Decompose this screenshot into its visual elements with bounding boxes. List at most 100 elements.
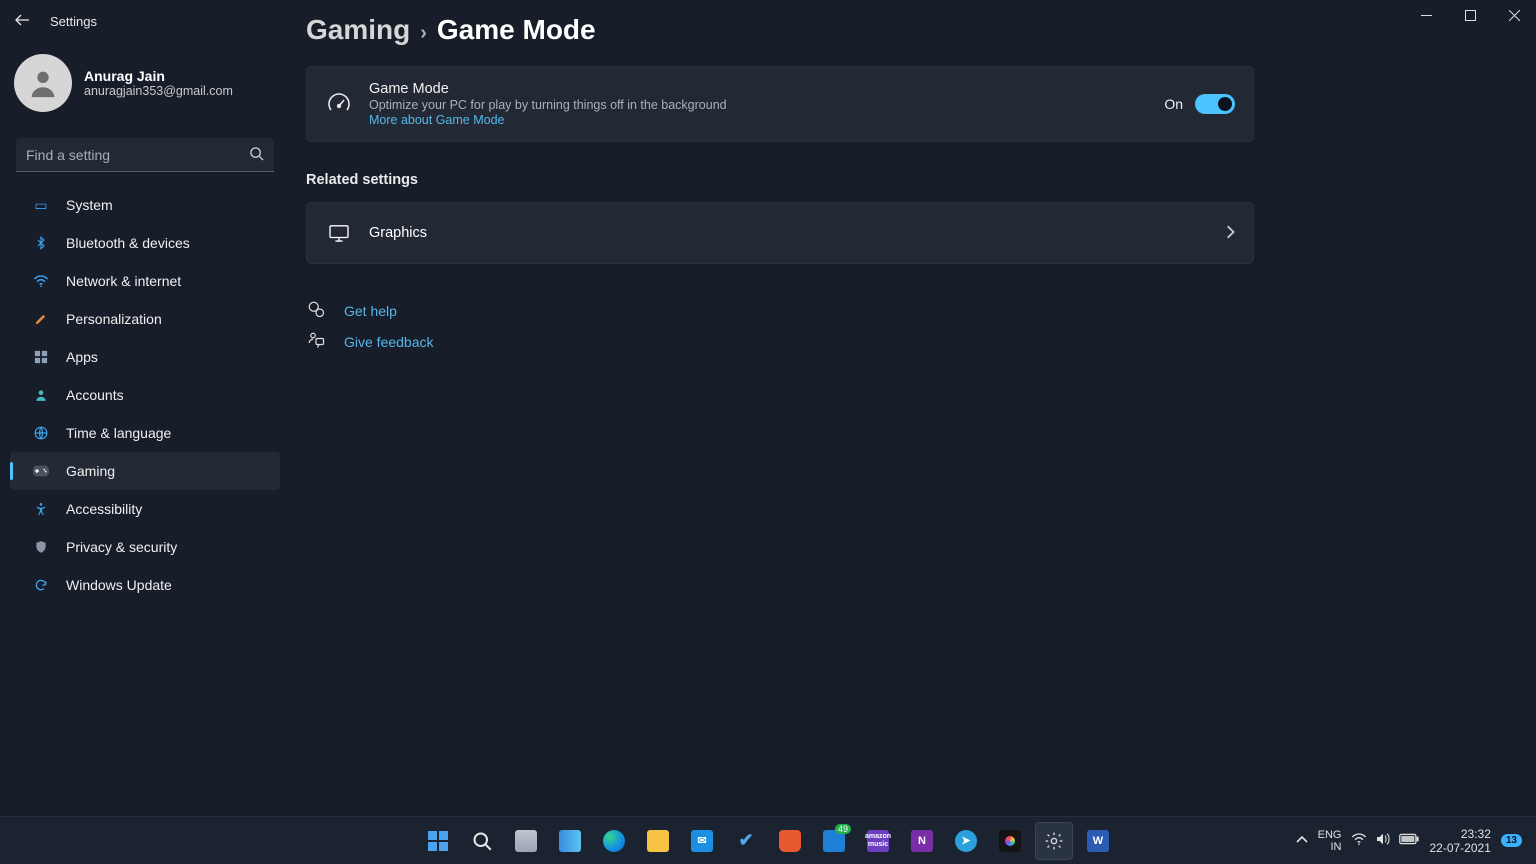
toggle-knob — [1218, 97, 1232, 111]
apps-icon — [32, 348, 50, 366]
windows-logo-icon — [428, 831, 448, 851]
brush-icon — [32, 310, 50, 328]
wifi-icon — [1351, 832, 1367, 849]
display-icon — [325, 219, 353, 247]
wifi-icon — [32, 272, 50, 290]
sidebar-item-label: Apps — [66, 349, 98, 365]
badge-count: 49 — [835, 824, 851, 834]
globe-icon — [32, 424, 50, 442]
system-tray[interactable] — [1351, 832, 1419, 849]
sidebar-item-network[interactable]: Network & internet — [10, 262, 280, 300]
taskbar-app-word[interactable]: W — [1079, 822, 1117, 860]
taskbar-start-button[interactable] — [419, 822, 457, 860]
toggle-state-label: On — [1164, 96, 1183, 112]
taskbar-app-brave[interactable] — [771, 822, 809, 860]
search-input[interactable] — [26, 147, 249, 163]
nav-list: ▭ System Bluetooth & devices Network & i… — [0, 186, 290, 604]
sidebar-item-label: Gaming — [66, 463, 115, 479]
sidebar-item-personalization[interactable]: Personalization — [10, 300, 280, 338]
main-content: Gaming › Game Mode Game Mode Optimize yo… — [306, 10, 1486, 808]
sidebar: Anurag Jain anuragjain353@gmail.com ▭ Sy… — [0, 0, 290, 820]
card-title: Game Mode — [369, 81, 1164, 97]
desktop-icon: ▭ — [32, 196, 50, 214]
chevron-right-icon: › — [420, 22, 427, 45]
breadcrumb: Gaming › Game Mode — [306, 14, 1486, 46]
sidebar-item-label: Windows Update — [66, 577, 172, 593]
sidebar-item-accessibility[interactable]: Accessibility — [10, 490, 280, 528]
help-icon — [306, 300, 326, 321]
avatar — [14, 54, 72, 112]
taskbar-app-amazonmusic[interactable]: amazonmusic — [859, 822, 897, 860]
search-icon — [249, 146, 264, 164]
close-button[interactable] — [1492, 0, 1536, 30]
person-icon — [32, 386, 50, 404]
page-title: Game Mode — [437, 14, 596, 46]
related-item-label: Graphics — [369, 225, 1225, 241]
breadcrumb-parent[interactable]: Gaming — [306, 14, 410, 46]
sidebar-item-label: Bluetooth & devices — [66, 235, 190, 251]
taskbar-app-explorer[interactable] — [639, 822, 677, 860]
battery-icon — [1399, 832, 1419, 849]
taskbar-app-telegram[interactable]: ➤ — [947, 822, 985, 860]
sidebar-item-label: Privacy & security — [66, 539, 177, 555]
link-label: Give feedback — [344, 334, 434, 350]
search-box[interactable] — [16, 138, 274, 172]
taskbar-app-yourphone[interactable]: 49 — [815, 822, 853, 860]
sidebar-item-label: System — [66, 197, 113, 213]
taskbar-app-todo[interactable]: ✔ — [727, 822, 765, 860]
sidebar-item-gaming[interactable]: Gaming — [10, 452, 280, 490]
sidebar-item-system[interactable]: ▭ System — [10, 186, 280, 224]
sidebar-item-privacy[interactable]: Privacy & security — [10, 528, 280, 566]
sidebar-item-accounts[interactable]: Accounts — [10, 376, 280, 414]
chevron-right-icon — [1225, 225, 1235, 242]
clock[interactable]: 23:32 22-07-2021 — [1429, 827, 1490, 855]
lang-bottom: IN — [1318, 841, 1342, 853]
game-mode-card: Game Mode Optimize your PC for play by t… — [306, 66, 1254, 142]
volume-icon — [1375, 832, 1391, 849]
taskbar-app-mail[interactable]: ✉ — [683, 822, 721, 860]
related-settings-header: Related settings — [306, 172, 1486, 188]
user-block[interactable]: Anurag Jain anuragjain353@gmail.com — [0, 48, 290, 124]
sidebar-item-label: Accessibility — [66, 501, 142, 517]
speed-icon — [325, 90, 353, 118]
gamepad-icon — [32, 462, 50, 480]
taskbar-taskview-button[interactable] — [507, 822, 545, 860]
accessibility-icon — [32, 500, 50, 518]
more-about-link[interactable]: More about Game Mode — [369, 113, 1164, 127]
sidebar-item-label: Personalization — [66, 311, 162, 327]
notification-count[interactable]: 13 — [1501, 834, 1522, 847]
sidebar-item-bluetooth[interactable]: Bluetooth & devices — [10, 224, 280, 262]
card-description: Optimize your PC for play by turning thi… — [369, 98, 1164, 112]
taskbar-app-onenote[interactable]: N — [903, 822, 941, 860]
taskbar-right: ENG IN 23:32 22-07-2021 13 — [1296, 827, 1536, 855]
shield-icon — [32, 538, 50, 556]
give-feedback-link[interactable]: Give feedback — [306, 331, 1486, 352]
clock-time: 23:32 — [1429, 827, 1490, 841]
lang-top: ENG — [1318, 829, 1342, 841]
user-email: anuragjain353@gmail.com — [84, 84, 233, 98]
clock-date: 22-07-2021 — [1429, 841, 1490, 855]
get-help-link[interactable]: Get help — [306, 300, 1486, 321]
sidebar-item-windows-update[interactable]: Windows Update — [10, 566, 280, 604]
link-label: Get help — [344, 303, 397, 319]
sidebar-item-label: Time & language — [66, 425, 171, 441]
related-item-graphics[interactable]: Graphics — [306, 202, 1254, 264]
taskbar-app-resolve[interactable] — [991, 822, 1029, 860]
taskbar-widgets-button[interactable] — [551, 822, 589, 860]
user-name: Anurag Jain — [84, 68, 233, 84]
bluetooth-icon — [32, 234, 50, 252]
taskbar-app-settings[interactable] — [1035, 822, 1073, 860]
taskbar-center: ✉ ✔ 49 amazonmusic N ➤ W — [419, 822, 1117, 860]
tray-overflow-button[interactable] — [1296, 834, 1308, 848]
taskbar-search-button[interactable] — [463, 822, 501, 860]
sidebar-item-time-language[interactable]: Time & language — [10, 414, 280, 452]
sidebar-item-apps[interactable]: Apps — [10, 338, 280, 376]
sidebar-item-label: Accounts — [66, 387, 124, 403]
game-mode-toggle[interactable] — [1195, 94, 1235, 114]
taskbar: ✉ ✔ 49 amazonmusic N ➤ W — [0, 816, 1536, 864]
sidebar-item-label: Network & internet — [66, 273, 181, 289]
taskbar-app-edge[interactable] — [595, 822, 633, 860]
lang-indicator[interactable]: ENG IN — [1318, 829, 1342, 853]
feedback-icon — [306, 331, 326, 352]
update-icon — [32, 576, 50, 594]
